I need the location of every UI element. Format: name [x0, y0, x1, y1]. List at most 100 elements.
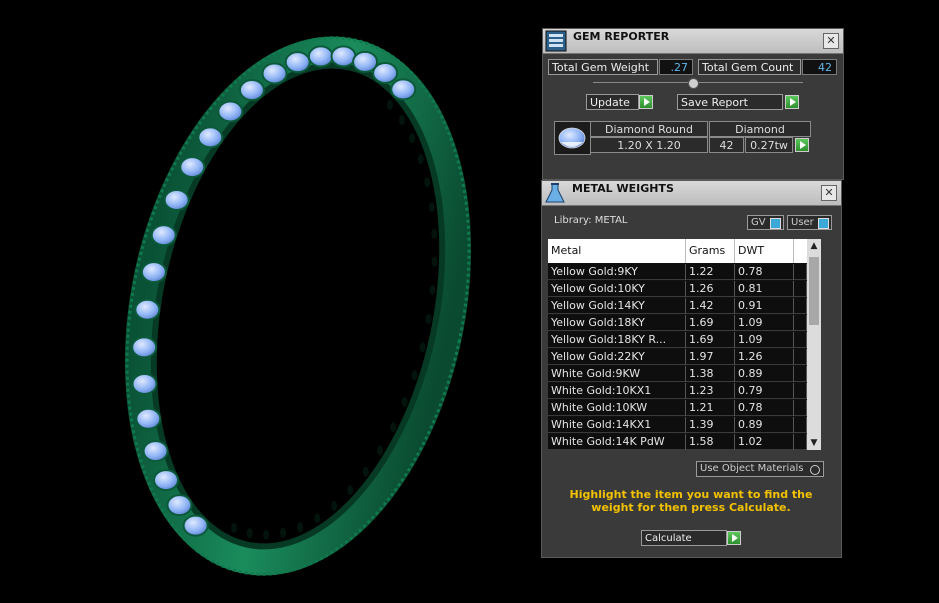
dwt-cell: 0.91 — [735, 298, 794, 314]
grams-cell: 1.21 — [686, 400, 735, 416]
total-gem-weight-label: Total Gem Weight — [548, 59, 658, 75]
hole-icon — [431, 228, 438, 239]
gem-stone-icon — [261, 62, 288, 85]
metal-name-cell: White Gold:10KX1 — [548, 383, 686, 399]
metal-name-cell: White Gold:9KW — [548, 366, 686, 382]
scroll-up-icon[interactable]: ▲ — [807, 239, 821, 253]
table-row[interactable]: White Gold:14KX1 1.39 0.89 — [548, 417, 821, 433]
table-row[interactable]: White Gold:10KX1 1.23 0.79 — [548, 383, 821, 399]
table-row[interactable]: Yellow Gold:18KY 1.69 1.09 — [548, 315, 821, 331]
save-report-button[interactable]: Save Report — [677, 94, 783, 110]
dwt-cell: 0.78 — [735, 264, 794, 280]
metal-name-cell: Yellow Gold:9KY — [548, 264, 686, 280]
gem-stone-icon — [163, 188, 190, 211]
table-row[interactable]: Yellow Gold:18KY R... 1.69 1.09 — [548, 332, 821, 348]
grams-cell: 1.58 — [686, 434, 735, 450]
hole-icon — [386, 99, 393, 110]
3d-viewport[interactable] — [0, 0, 540, 603]
library-label: Library: METAL — [554, 215, 628, 226]
gv-toggle[interactable]: GV — [747, 215, 784, 230]
hole-icon — [377, 445, 384, 456]
table-row[interactable]: White Gold:10KW 1.21 0.78 — [548, 400, 821, 416]
hole-icon — [419, 342, 426, 353]
table-row[interactable]: White Gold:14K PdW 1.58 1.02 — [548, 434, 821, 450]
table-row[interactable]: Yellow Gold:9KY 1.22 0.78 — [548, 264, 821, 280]
dwt-cell: 0.89 — [735, 417, 794, 433]
metal-table-header: Metal Grams DWT — [548, 239, 821, 263]
gem-stone-icon — [134, 298, 161, 321]
col-metal[interactable]: Metal — [548, 239, 686, 263]
gem-stone-icon — [153, 469, 180, 492]
dwt-cell: 1.02 — [735, 434, 794, 450]
hole-icon — [362, 466, 369, 477]
round-diamond-icon — [558, 127, 586, 149]
calculate-go-icon[interactable] — [727, 531, 741, 545]
empty-cell — [794, 366, 807, 382]
hole-icon — [390, 422, 397, 433]
scroll-thumb[interactable] — [809, 257, 819, 325]
gem-go-icon[interactable] — [795, 138, 809, 152]
gem-reporter-titlebar[interactable]: GEM REPORTER ✕ — [543, 29, 843, 54]
hole-icon — [263, 529, 270, 540]
metal-name-cell: Yellow Gold:22KY — [548, 349, 686, 365]
gem-stone-icon — [182, 514, 209, 537]
close-icon[interactable]: ✕ — [823, 33, 839, 49]
total-gem-count-label: Total Gem Count — [698, 59, 801, 75]
flask-icon — [545, 183, 565, 203]
gem-stone-icon — [131, 372, 158, 395]
gem-stone-icon — [142, 440, 169, 463]
grams-cell: 1.22 — [686, 264, 735, 280]
dwt-cell: 1.26 — [735, 349, 794, 365]
use-object-materials-label: Use Object Materials — [700, 463, 804, 474]
metal-name-cell: Yellow Gold:18KY — [548, 315, 686, 331]
grams-cell: 1.39 — [686, 417, 735, 433]
gem-stone-icon — [217, 100, 244, 123]
use-object-materials-toggle[interactable]: Use Object Materials — [696, 461, 824, 477]
gem-stone-icon — [150, 224, 177, 247]
dwt-cell: 1.09 — [735, 332, 794, 348]
gem-thumbnail[interactable] — [554, 121, 591, 155]
metal-name-cell: White Gold:10KW — [548, 400, 686, 416]
grams-cell: 1.26 — [686, 281, 735, 297]
gem-reporter-title: GEM REPORTER — [573, 30, 670, 43]
empty-cell — [794, 417, 807, 433]
metal-table[interactable]: Metal Grams DWT Yellow Gold:9KY 1.22 0.78 Y… — [548, 239, 821, 450]
gv-label: GV — [751, 217, 766, 228]
instruction-text: Highlight the item you want to find the … — [569, 488, 813, 514]
save-report-go-icon[interactable] — [785, 95, 799, 109]
gem-size: 1.20 X 1.20 — [590, 137, 708, 153]
metal-weights-panel: METAL WEIGHTS ✕ Library: METAL GV User M… — [541, 180, 842, 558]
table-row[interactable]: White Gold:9KW 1.38 0.89 — [548, 366, 821, 382]
metal-name-cell: Yellow Gold:10KY — [548, 281, 686, 297]
empty-cell — [794, 298, 807, 314]
metal-table-scrollbar[interactable]: ▲ ▼ — [807, 239, 821, 450]
gem-type: Diamond — [709, 121, 811, 137]
close-icon[interactable]: ✕ — [821, 185, 837, 201]
hole-icon — [331, 500, 338, 511]
grams-cell: 1.23 — [686, 383, 735, 399]
col-grams[interactable]: Grams — [686, 239, 735, 263]
col-dwt[interactable]: DWT — [735, 239, 794, 263]
scroll-down-icon[interactable]: ▼ — [807, 436, 821, 450]
dwt-cell: 0.81 — [735, 281, 794, 297]
grams-cell: 1.38 — [686, 366, 735, 382]
total-gem-weight-value: .27 — [659, 59, 693, 75]
table-row[interactable]: Yellow Gold:14KY 1.42 0.91 — [548, 298, 821, 314]
user-label: User — [791, 217, 814, 228]
gem-stone-icon — [390, 78, 417, 101]
metal-name-cell: White Gold:14KX1 — [548, 417, 686, 433]
hole-icon — [425, 313, 432, 324]
table-row[interactable]: Yellow Gold:22KY 1.97 1.26 — [548, 349, 821, 365]
slider-handle-icon[interactable] — [688, 78, 699, 89]
hole-icon — [347, 485, 354, 496]
metal-weights-titlebar[interactable]: METAL WEIGHTS ✕ — [542, 181, 841, 206]
grams-cell: 1.42 — [686, 298, 735, 314]
table-row[interactable]: Yellow Gold:10KY 1.26 0.81 — [548, 281, 821, 297]
checkbox-icon — [770, 218, 781, 229]
update-go-icon[interactable] — [639, 95, 653, 109]
update-button[interactable]: Update — [586, 94, 639, 110]
calculate-button[interactable]: Calculate — [641, 530, 727, 546]
user-toggle[interactable]: User — [787, 215, 832, 230]
gem-stone-icon — [166, 494, 193, 517]
empty-cell — [794, 332, 807, 348]
